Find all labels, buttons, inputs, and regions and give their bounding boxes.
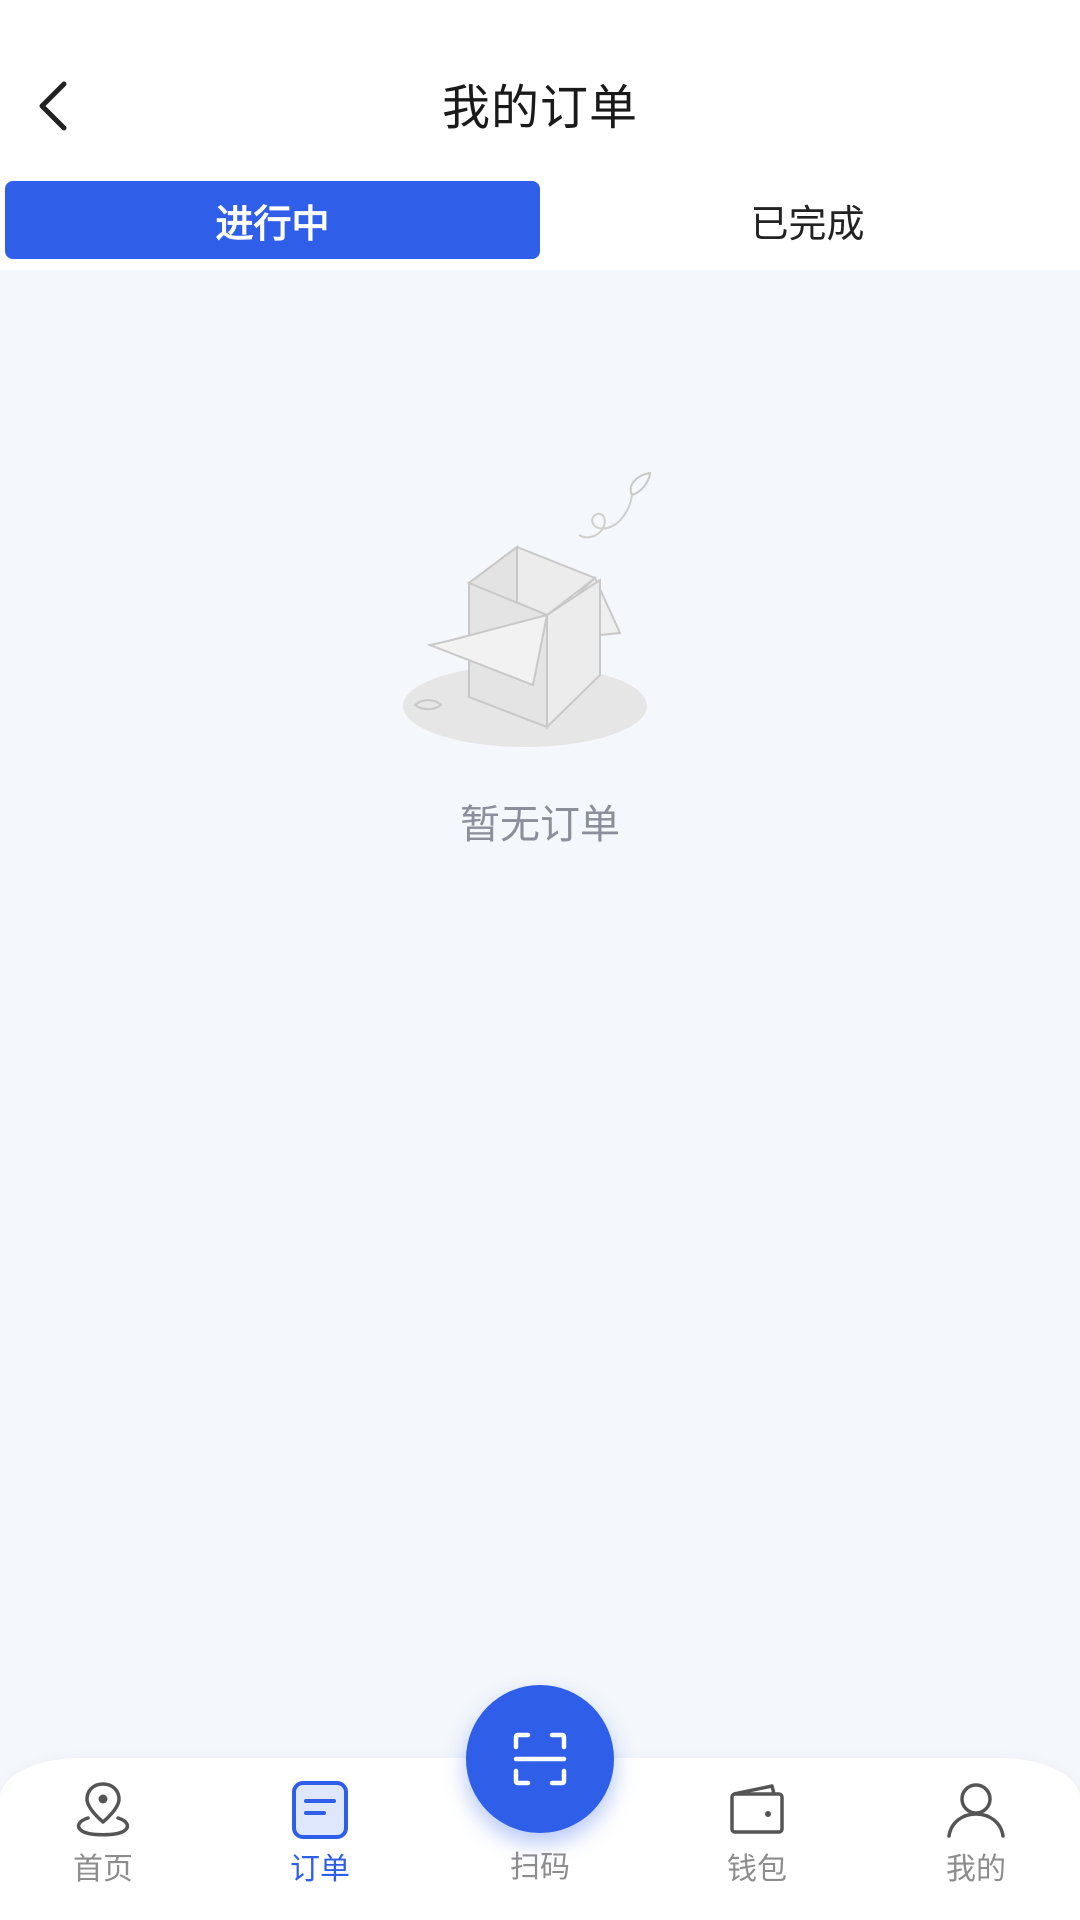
nav-label-home: 首页 xyxy=(73,1852,133,1887)
nav-item-wallet[interactable]: 钱包 xyxy=(667,1758,847,1920)
nav-item-profile[interactable]: 我的 xyxy=(886,1758,1066,1920)
screen: 我的订单 进行中 已完成 暂无订单 首页 订单 钱包 我的 扫码 xyxy=(0,0,1080,1920)
location-pin-icon xyxy=(76,1782,130,1837)
empty-state-text: 暂无订单 xyxy=(460,802,620,848)
nav-label-scan: 扫码 xyxy=(510,1850,570,1885)
wallet-icon xyxy=(730,1784,784,1834)
tab-completed[interactable]: 已完成 xyxy=(540,181,1075,259)
empty-box-illustration xyxy=(403,471,652,747)
scan-icon xyxy=(513,1732,567,1786)
order-tabs: 进行中 已完成 xyxy=(5,181,1075,259)
nav-item-orders[interactable]: 订单 xyxy=(230,1758,410,1920)
tab-in-progress[interactable]: 进行中 xyxy=(5,181,540,259)
user-icon xyxy=(947,1783,1005,1838)
scan-button[interactable] xyxy=(466,1685,614,1833)
nav-item-scan[interactable]: 扫码 xyxy=(466,1685,614,1885)
page-title: 我的订单 xyxy=(441,80,638,136)
nav-item-home[interactable]: 首页 xyxy=(13,1758,193,1920)
nav-label-orders: 订单 xyxy=(290,1852,350,1887)
header: 我的订单 进行中 已完成 xyxy=(0,0,1080,270)
nav-label-wallet: 钱包 xyxy=(727,1852,787,1887)
order-list-icon xyxy=(292,1781,348,1839)
nav-label-profile: 我的 xyxy=(946,1852,1006,1887)
